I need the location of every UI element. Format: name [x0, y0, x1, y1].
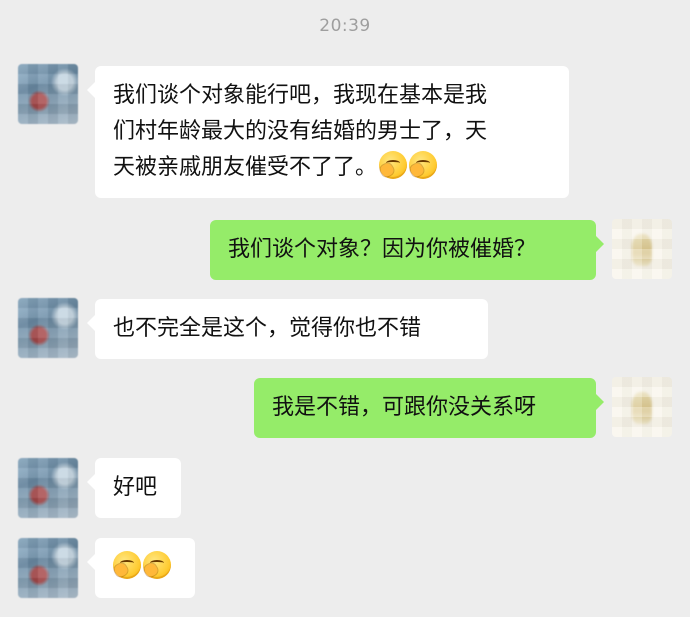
message-text: 也不完全是这个，觉得你也不错: [113, 316, 422, 341]
message-bubble-incoming[interactable]: 也不完全是这个，觉得你也不错: [87, 299, 488, 359]
message-bubble-incoming[interactable]: 好吧: [87, 458, 181, 518]
message-bubble-outgoing[interactable]: 我是不错，可跟你没关系呀: [254, 378, 604, 438]
facepalm-emoji-icon: [409, 151, 438, 179]
chat-timestamp: 20:39: [319, 16, 371, 36]
message-line: 天被亲戚朋友催受不了了。: [113, 150, 551, 186]
message-line: 们村年龄最大的没有结婚的男士了，天: [113, 119, 488, 144]
my-avatar[interactable]: [612, 219, 672, 279]
contact-avatar[interactable]: [18, 64, 78, 124]
message-emojis: [113, 550, 177, 586]
contact-avatar[interactable]: [18, 298, 78, 358]
message-bubble-outgoing[interactable]: 我们谈个对象？因为你被催婚？: [210, 220, 604, 280]
message-text: 我是不错，可跟你没关系呀: [272, 395, 537, 420]
message-text: 好吧: [113, 475, 158, 500]
facepalm-emoji-icon: [143, 551, 171, 579]
contact-avatar[interactable]: [18, 458, 78, 518]
message-line: 我们谈个对象能行吧，我现在基本是我: [113, 83, 488, 108]
contact-avatar[interactable]: [18, 538, 78, 598]
message-bubble-incoming[interactable]: [87, 538, 195, 598]
facepalm-emoji-icon: [379, 151, 408, 179]
facepalm-emoji-icon: [113, 551, 141, 579]
message-text: 天被亲戚朋友催受不了了。: [113, 155, 378, 180]
message-bubble-incoming[interactable]: 我们谈个对象能行吧，我现在基本是我 们村年龄最大的没有结婚的男士了，天 天被亲戚…: [87, 66, 569, 198]
message-text: 我们谈个对象？因为你被催婚？: [228, 237, 537, 262]
my-avatar[interactable]: [612, 377, 672, 437]
